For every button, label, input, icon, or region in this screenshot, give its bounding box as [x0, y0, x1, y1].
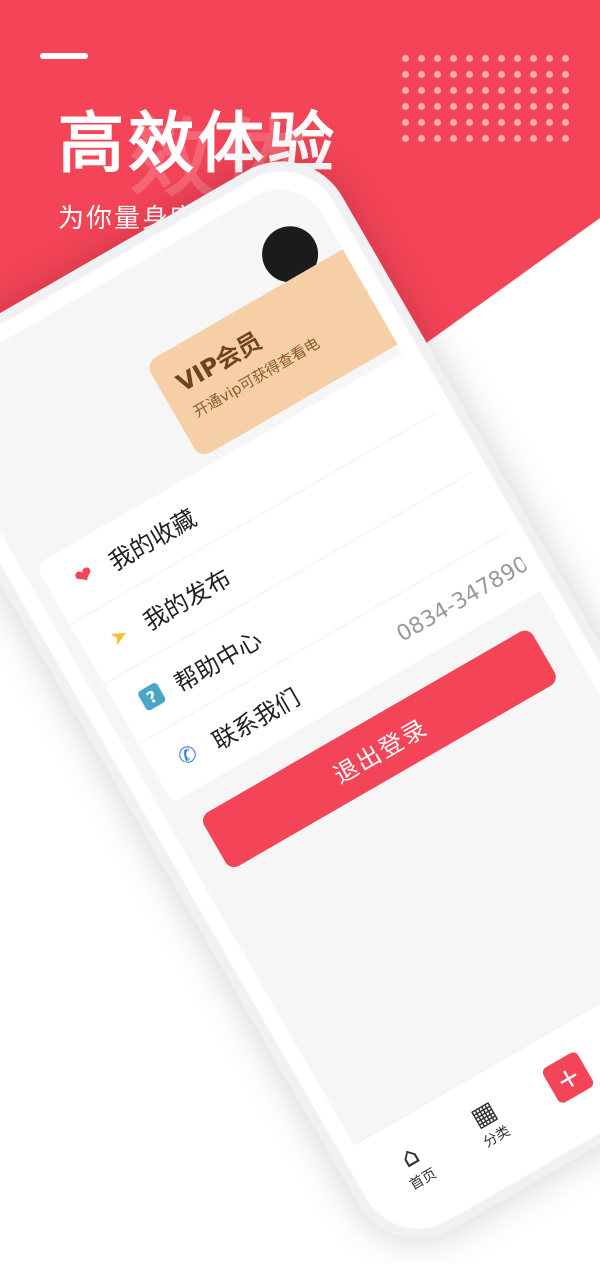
decorative-dot: [562, 119, 569, 126]
decorative-dot: [482, 71, 489, 78]
decorative-dot: [546, 87, 553, 94]
decorative-dot: [450, 119, 457, 126]
decorative-dot: [434, 55, 441, 62]
decorative-dot: [450, 55, 457, 62]
decorative-dot: [418, 87, 425, 94]
decorative-dot: [514, 71, 521, 78]
decorative-dot: [546, 119, 553, 126]
decorative-dot: [546, 135, 553, 142]
decorative-dot: [514, 87, 521, 94]
decorative-dot: [530, 55, 537, 62]
decorative-dot: [482, 119, 489, 126]
tab-bar: ⌂ 首页 ▦ 分类 + ◎ 入驻 ● 我的: [353, 925, 600, 1229]
add-icon: +: [540, 1050, 596, 1105]
menu-list: ❤ 我的收藏 ➤ 我的发布 ? 帮助中心 ✆ 联系我们 0834-347890 …: [35, 325, 590, 805]
heart-icon: ❤: [70, 560, 99, 592]
decorative-dot: [434, 103, 441, 110]
tab-home[interactable]: ⌂ 首页: [391, 1137, 440, 1194]
decorative-dot: [514, 135, 521, 142]
decorative-dot: [562, 71, 569, 78]
decorative-dot: [434, 87, 441, 94]
decorative-dots-top: [402, 55, 569, 142]
tab-category[interactable]: ▦ 分类: [464, 1095, 513, 1152]
phone-mockup: VIP会员 开通vip可获得查看电 ❤ 我的收藏 ➤ 我的发布 ? 帮助中心 ✆…: [0, 135, 600, 1264]
decorative-dot: [498, 71, 505, 78]
decorative-dot: [482, 87, 489, 94]
decorative-dot: [562, 87, 569, 94]
decorative-dot: [514, 55, 521, 62]
decorative-dot: [466, 71, 473, 78]
decorative-dot: [434, 135, 441, 142]
decorative-dot: [498, 103, 505, 110]
decorative-dot: [530, 71, 537, 78]
decorative-dot: [466, 103, 473, 110]
decorative-dot: [530, 87, 537, 94]
decorative-dot: [562, 103, 569, 110]
decorative-dot: [418, 135, 425, 142]
decorative-dot: [450, 135, 457, 142]
decorative-dot: [402, 71, 409, 78]
decorative-dot: [562, 135, 569, 142]
decorative-dot: [562, 55, 569, 62]
decorative-dot: [402, 135, 409, 142]
decorative-dot: [450, 71, 457, 78]
send-icon: ➤: [105, 621, 133, 651]
decorative-dot: [450, 103, 457, 110]
decorative-dot: [418, 55, 425, 62]
decorative-dot: [498, 55, 505, 62]
decorative-dot: [434, 119, 441, 126]
decorative-dot: [434, 71, 441, 78]
decorative-dot: [418, 71, 425, 78]
decorative-dot: [546, 103, 553, 110]
decorative-dot: [498, 135, 505, 142]
decorative-dot: [466, 135, 473, 142]
decorative-dot: [402, 103, 409, 110]
decorative-dot: [418, 119, 425, 126]
tab-add[interactable]: +: [540, 1050, 596, 1105]
decorative-dot: [546, 55, 553, 62]
phone-screen: VIP会员 开通vip可获得查看电 ❤ 我的收藏 ➤ 我的发布 ? 帮助中心 ✆…: [0, 171, 600, 1229]
decorative-dot: [402, 119, 409, 126]
decorative-dot: [466, 87, 473, 94]
decorative-dot: [450, 87, 457, 94]
hero-dash: [40, 53, 88, 59]
help-icon: ?: [136, 681, 167, 712]
decorative-dot: [466, 55, 473, 62]
decorative-dot: [498, 119, 505, 126]
decorative-dot: [402, 87, 409, 94]
phone-icon: ✆: [173, 739, 203, 771]
decorative-dot: [498, 87, 505, 94]
decorative-dot: [466, 119, 473, 126]
decorative-dot: [530, 119, 537, 126]
decorative-dot: [418, 103, 425, 110]
decorative-dot: [482, 135, 489, 142]
decorative-dot: [514, 103, 521, 110]
decorative-dot: [530, 103, 537, 110]
decorative-dot: [482, 55, 489, 62]
decorative-dot: [402, 55, 409, 62]
decorative-dot: [482, 103, 489, 110]
decorative-dot: [530, 135, 537, 142]
decorative-dot: [546, 71, 553, 78]
decorative-dot: [514, 119, 521, 126]
